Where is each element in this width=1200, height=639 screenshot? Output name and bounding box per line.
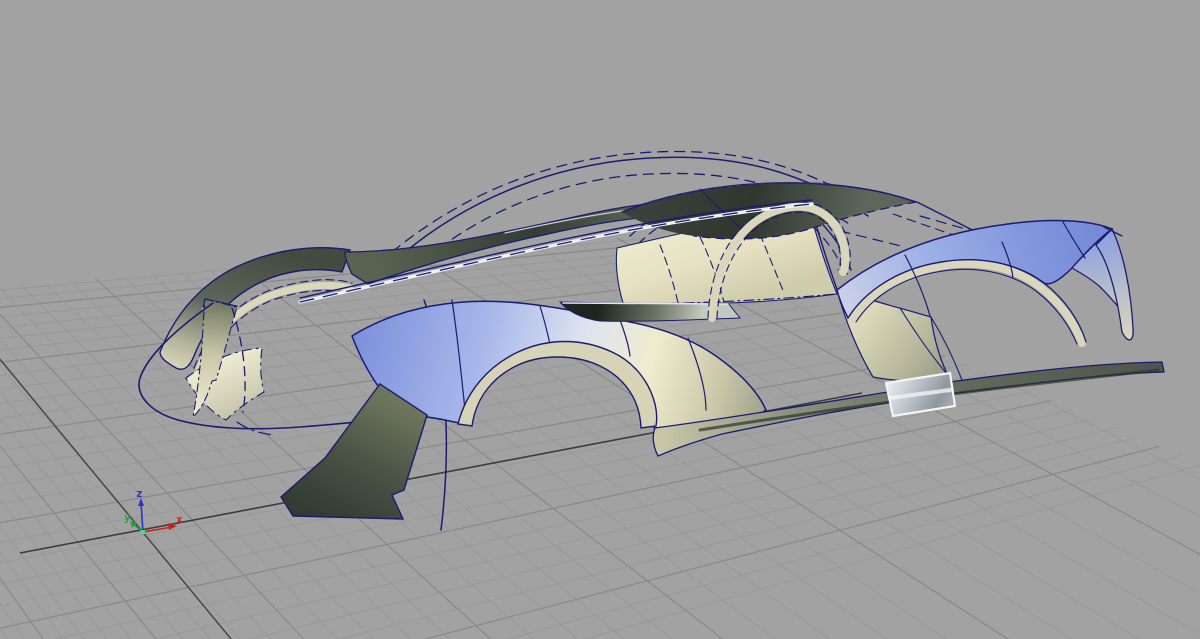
cad-viewport[interactable]: z y x [0,0,1200,639]
z-axis-label: z [136,487,143,500]
y-axis-label: y [124,511,131,524]
x-axis-label: x [176,513,183,526]
origin-point [141,530,145,534]
intake-lip-highlight [563,303,728,304]
